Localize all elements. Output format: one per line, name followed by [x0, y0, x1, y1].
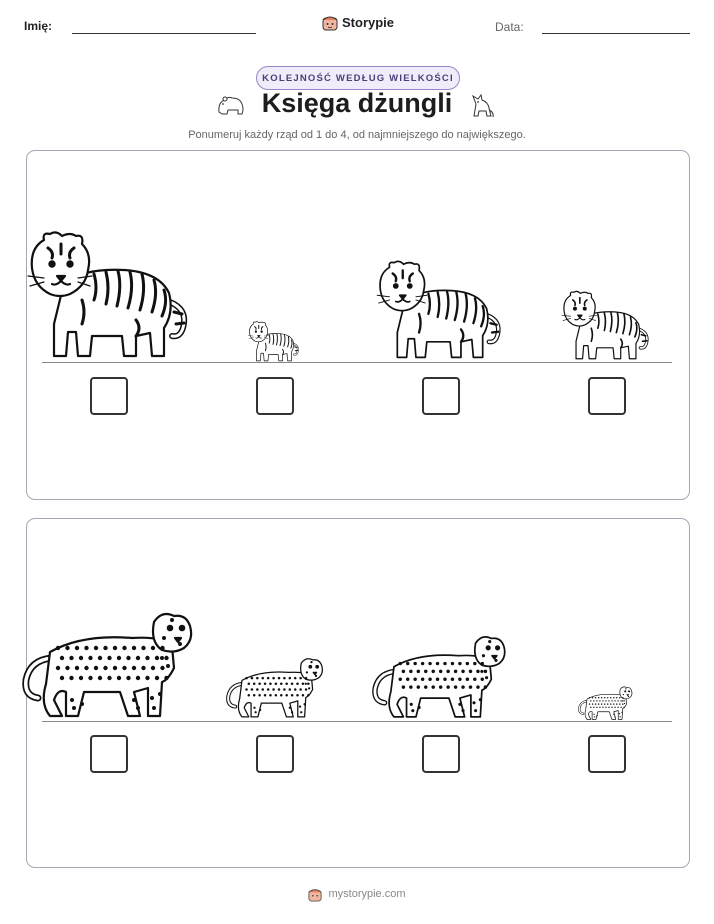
tiger-picture	[248, 321, 299, 362]
page-title: Księga dżungli	[261, 88, 453, 118]
brand-logo: Storypie	[322, 13, 394, 31]
name-input-line[interactable]	[72, 33, 256, 34]
tiger-picture	[561, 290, 649, 360]
ground-line	[42, 362, 672, 363]
leopard-picture	[578, 686, 633, 720]
tiger-picture	[376, 260, 501, 359]
date-label: Data:	[495, 20, 524, 34]
footer: mystorypie.com	[0, 886, 714, 902]
leopard-picture	[226, 658, 323, 718]
pie-mascot-icon	[322, 16, 338, 31]
leopard-picture	[372, 636, 506, 718]
answer-box[interactable]	[588, 377, 626, 415]
page-title-row: Księga dżungli	[0, 88, 714, 119]
answer-box[interactable]	[422, 735, 460, 773]
bear-icon	[218, 96, 244, 115]
answer-box[interactable]	[90, 377, 128, 415]
leopard-picture	[22, 612, 193, 718]
brand-name: Storypie	[342, 14, 395, 30]
pie-mascot-icon	[308, 889, 323, 902]
date-input-line[interactable]	[542, 33, 690, 34]
instructions: Ponumeruj każdy rząd od 1 do 4, od najmn…	[188, 129, 526, 141]
answer-box[interactable]	[588, 735, 626, 773]
ground-line	[42, 721, 672, 722]
answer-box[interactable]	[90, 735, 128, 773]
tiger-picture	[27, 231, 188, 358]
footer-url: mystorypie.com	[328, 888, 406, 900]
name-label: Imię:	[24, 19, 53, 33]
answer-box[interactable]	[256, 377, 294, 415]
answer-box[interactable]	[422, 377, 460, 415]
wolf-icon	[472, 93, 494, 118]
answer-box[interactable]	[256, 735, 294, 773]
activity-badge: KOLEJNOŚĆ WEDŁUG WIELKOŚCI	[256, 66, 460, 90]
